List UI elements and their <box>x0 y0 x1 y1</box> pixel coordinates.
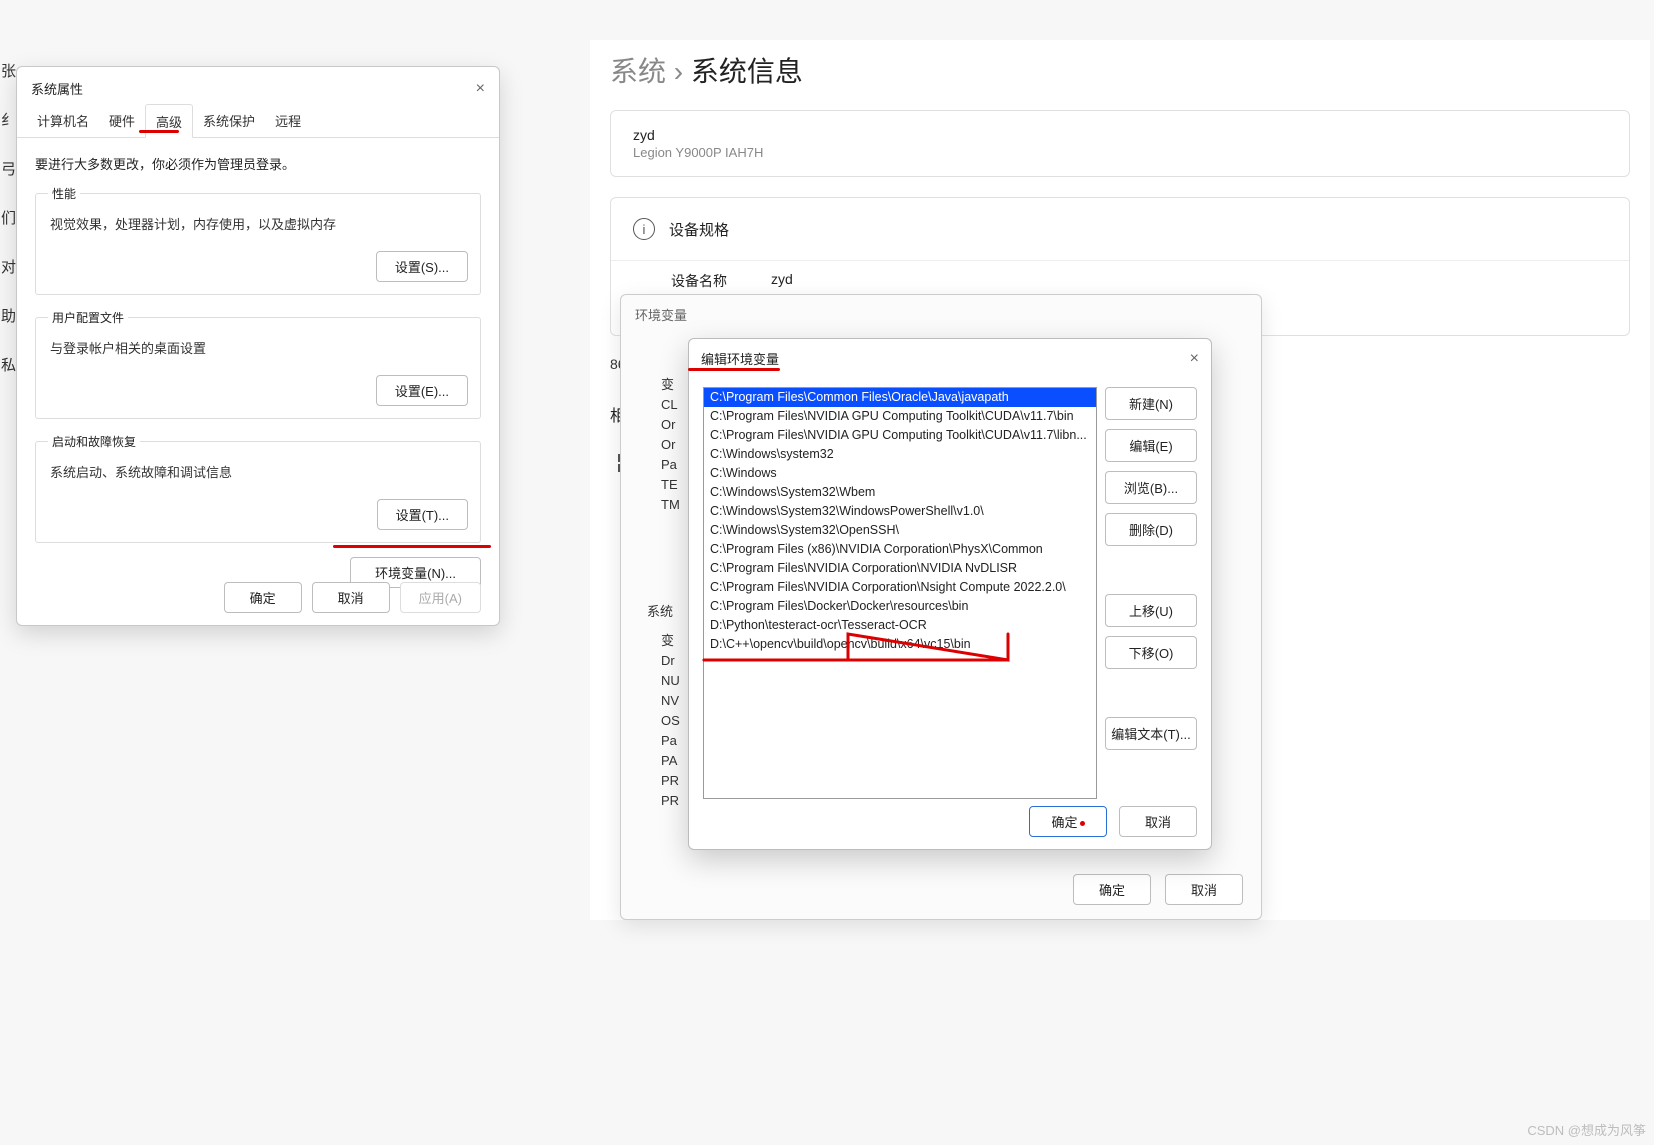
ok-button[interactable]: 确定 <box>224 582 302 613</box>
path-row[interactable]: D:\Python\testeract-ocr\Tesseract-OCR <box>704 616 1096 635</box>
env-dialog-title: 环境变量 <box>621 295 1261 334</box>
list-item[interactable]: Or <box>661 435 680 455</box>
cancel-button[interactable]: 取消 <box>312 582 390 613</box>
list-item[interactable]: TE <box>661 475 680 495</box>
path-list[interactable]: C:\Program Files\Common Files\Oracle\Jav… <box>703 387 1097 799</box>
path-row[interactable]: C:\Windows\system32 <box>704 445 1096 464</box>
list-item[interactable]: TM <box>661 495 680 515</box>
path-row[interactable]: C:\Program Files\Common Files\Oracle\Jav… <box>704 388 1096 407</box>
path-row[interactable]: C:\Windows\System32\Wbem <box>704 483 1096 502</box>
startup-desc: 系统启动、系统故障和调试信息 <box>50 462 468 481</box>
browse-button[interactable]: 浏览(B)... <box>1105 471 1197 504</box>
device-name-label: 设备名称 <box>671 271 771 291</box>
env-cancel-button[interactable]: 取消 <box>1165 874 1243 905</box>
path-row[interactable]: C:\Windows <box>704 464 1096 483</box>
device-spec-header[interactable]: i 设备规格 <box>611 198 1629 261</box>
tab-0[interactable]: 计算机名 <box>27 104 99 137</box>
annotation-dot <box>1080 821 1085 826</box>
startup-legend: 启动和故障恢复 <box>48 433 140 450</box>
system-properties-dialog: 系统属性 × 计算机名硬件高级系统保护远程 要进行大多数更改，你必须作为管理员登… <box>16 66 500 626</box>
left-cropped-text: 张纟弓们对助私 <box>1 60 17 403</box>
path-row[interactable]: C:\Program Files (x86)\NVIDIA Corporatio… <box>704 540 1096 559</box>
device-spec-title: 设备规格 <box>669 219 729 240</box>
breadcrumb-sep: › <box>674 56 683 87</box>
tab-4[interactable]: 远程 <box>265 104 311 137</box>
startup-group: 启动和故障恢复 系统启动、系统故障和调试信息 设置(T)... <box>35 433 481 543</box>
userprofile-legend: 用户配置文件 <box>48 309 128 326</box>
tab-3[interactable]: 系统保护 <box>193 104 265 137</box>
move-up-button[interactable]: 上移(U) <box>1105 594 1197 627</box>
list-item[interactable]: 变 <box>661 631 680 651</box>
breadcrumb: 系统 › 系统信息 <box>610 50 1630 90</box>
path-row[interactable]: C:\Program Files\NVIDIA Corporation\NVID… <box>704 559 1096 578</box>
move-down-button[interactable]: 下移(O) <box>1105 636 1197 669</box>
watermark: CSDN @想成为风筝 <box>1527 1120 1646 1139</box>
annotation-underline-edit-title <box>688 368 780 371</box>
path-row[interactable]: C:\Windows\System32\WindowsPowerShell\v1… <box>704 502 1096 521</box>
delete-button[interactable]: 删除(D) <box>1105 513 1197 546</box>
list-item[interactable]: Pa <box>661 455 680 475</box>
list-item[interactable]: PA <box>661 751 680 771</box>
startup-settings-button[interactable]: 设置(T)... <box>377 499 468 530</box>
system-vars-label: 系统 <box>647 601 673 620</box>
perf-group: 性能 视觉效果，处理器计划，内存使用，以及虚拟内存 设置(S)... <box>35 185 481 295</box>
env-ok-button[interactable]: 确定 <box>1073 874 1151 905</box>
list-item[interactable]: NV <box>661 691 680 711</box>
list-item[interactable]: NU <box>661 671 680 691</box>
path-row[interactable]: C:\Program Files\NVIDIA GPU Computing To… <box>704 426 1096 445</box>
perf-settings-button[interactable]: 设置(S)... <box>376 251 468 282</box>
edit-env-cancel-button[interactable]: 取消 <box>1119 806 1197 837</box>
annotation-underline-env <box>333 545 491 548</box>
path-row[interactable]: D:\C++\opencv\build\opencv\build\x64\vc1… <box>704 635 1096 654</box>
edit-env-ok-button[interactable]: 确定 <box>1029 806 1107 837</box>
list-item[interactable]: Or <box>661 415 680 435</box>
userprofile-desc: 与登录帐户相关的桌面设置 <box>50 338 468 357</box>
list-item[interactable]: CL <box>661 395 680 415</box>
list-item[interactable]: 变 <box>661 375 680 395</box>
list-item[interactable]: Dr <box>661 651 680 671</box>
dialog-title: 系统属性 <box>31 79 83 98</box>
system-vars-list: 变DrNUNVOSPaPAPRPR <box>661 631 680 811</box>
close-icon[interactable]: × <box>1190 350 1199 368</box>
breadcrumb-parent[interactable]: 系统 <box>610 56 666 87</box>
perf-desc: 视觉效果，处理器计划，内存使用，以及虚拟内存 <box>50 214 468 233</box>
path-row[interactable]: C:\Program Files\NVIDIA GPU Computing To… <box>704 407 1096 426</box>
breadcrumb-current: 系统信息 <box>691 56 803 87</box>
userprofile-group: 用户配置文件 与登录帐户相关的桌面设置 设置(E)... <box>35 309 481 419</box>
list-item[interactable]: OS <box>661 711 680 731</box>
path-row[interactable]: C:\Program Files\NVIDIA Corporation\Nsig… <box>704 578 1096 597</box>
device-name-value: zyd <box>771 271 793 291</box>
path-row[interactable]: C:\Program Files\Docker\Docker\resources… <box>704 597 1096 616</box>
annotation-underline-advanced <box>139 130 179 133</box>
perf-legend: 性能 <box>48 185 80 202</box>
info-icon: i <box>633 218 655 240</box>
list-item[interactable]: Pa <box>661 731 680 751</box>
new-button[interactable]: 新建(N) <box>1105 387 1197 420</box>
apply-button: 应用(A) <box>400 582 481 613</box>
edit-env-dialog: 编辑环境变量 × C:\Program Files\Common Files\O… <box>688 338 1212 850</box>
close-icon[interactable]: × <box>476 80 485 98</box>
userprofile-settings-button[interactable]: 设置(E)... <box>376 375 468 406</box>
pc-name: zyd <box>633 127 1607 143</box>
user-vars-list: 变CLOrOrPaTETM <box>661 375 680 515</box>
edit-text-button[interactable]: 编辑文本(T)... <box>1105 717 1197 750</box>
path-row[interactable]: C:\Windows\System32\OpenSSH\ <box>704 521 1096 540</box>
admin-note: 要进行大多数更改，你必须作为管理员登录。 <box>35 154 481 173</box>
list-item[interactable]: PR <box>661 771 680 791</box>
sysprop-tabs: 计算机名硬件高级系统保护远程 <box>17 104 499 138</box>
edit-button[interactable]: 编辑(E) <box>1105 429 1197 462</box>
pc-model: Legion Y9000P IAH7H <box>633 145 1607 160</box>
list-item[interactable]: PR <box>661 791 680 811</box>
edit-env-title: 编辑环境变量 <box>701 349 779 368</box>
pc-info-card: zyd Legion Y9000P IAH7H <box>610 110 1630 177</box>
